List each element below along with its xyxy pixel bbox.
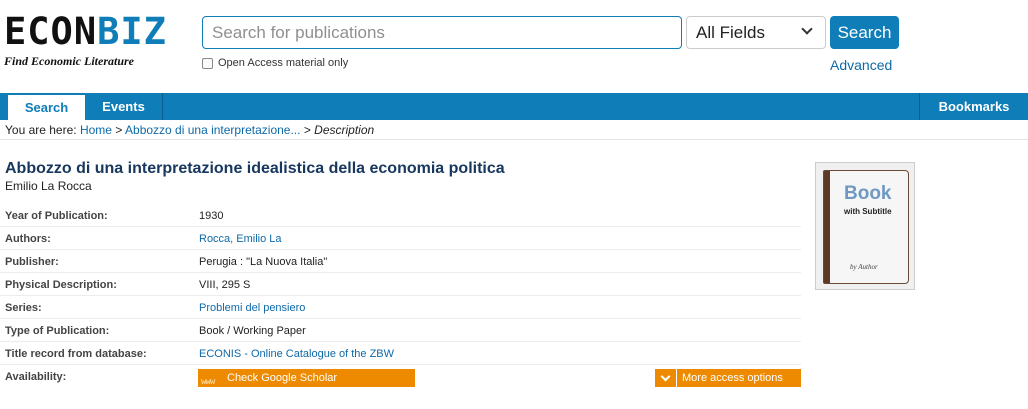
record-author: Emilio La Rocca [5,179,92,193]
more-access-options-label: More access options [682,372,783,384]
record-details-table: Year of Publication: 1930 Authors: Rocca… [0,204,801,388]
cover-subtitle: with Subtitle [844,207,892,216]
search-field-value: All Fields [696,23,765,42]
detail-value: Book / Working Paper [199,325,306,337]
author-link[interactable]: Rocca, Emilio La [199,233,282,245]
detail-label: Title record from database: [5,348,147,360]
detail-label: Publisher: [5,256,59,268]
breadcrumb-separator: > [115,123,123,137]
detail-row-authors: Authors: Rocca, Emilio La [0,227,801,250]
open-access-filter[interactable]: Open Access material only [202,57,348,69]
detail-label: Authors: [5,233,51,245]
cover-author: by Author [850,263,878,271]
open-access-label: Open Access material only [218,57,349,69]
logo-tagline: Find Economic Literature [4,54,135,68]
detail-row-availability: Availability: www Check Google Scholar M… [0,365,801,388]
breadcrumb-home[interactable]: Home [80,123,112,137]
google-scholar-button[interactable]: www Check Google Scholar [198,369,415,387]
chevron-down-icon [655,369,677,387]
database-link[interactable]: ECONIS - Online Catalogue of the ZBW [199,348,394,360]
detail-label: Year of Publication: [5,210,108,222]
cover-title: Book [844,183,892,204]
chevron-down-icon [801,23,813,35]
record-title: Abbozzo di una interpretazione idealisti… [5,160,505,177]
breadcrumb-prefix: You are here: [5,123,77,137]
detail-row-publisher: Publisher: Perugia : "La Nuova Italia" [0,250,801,273]
detail-row-type: Type of Publication: Book / Working Pape… [0,319,801,342]
breadcrumb-divider [0,139,1028,140]
open-access-checkbox[interactable] [202,57,213,69]
search-field-select[interactable]: All Fields [686,16,826,49]
main-nav: Search Events Bookmarks [0,93,1028,120]
tab-bookmarks[interactable]: Bookmarks [919,93,1028,120]
search-input[interactable] [202,16,682,49]
tab-events[interactable]: Events [85,93,163,120]
detail-value: 1930 [199,210,224,222]
detail-row-physical: Physical Description: VIII, 295 S [0,273,801,296]
more-access-options-button[interactable]: More access options [655,369,801,387]
breadcrumb-current: Description [314,123,375,137]
econbiz-logo[interactable]: ECONBIZ Find Economic Literature [4,12,174,72]
search-button[interactable]: Search [830,16,899,49]
breadcrumb-record[interactable]: Abbozzo di una interpretazione... [125,123,300,137]
tab-search[interactable]: Search [8,95,85,120]
detail-label: Physical Description: [5,279,117,291]
advanced-search-link[interactable]: Advanced [830,57,892,73]
detail-row-series: Series: Problemi del pensiero [0,296,801,319]
detail-label: Availability: [5,371,67,383]
logo-wordmark: ECONBIZ [4,10,167,53]
series-link[interactable]: Problemi del pensiero [199,302,305,314]
detail-label: Series: [5,302,42,314]
www-icon: www [201,377,215,387]
detail-value: Perugia : "La Nuova Italia" [199,256,328,268]
detail-value: VIII, 295 S [199,279,251,291]
breadcrumb-separator: > [303,123,311,137]
breadcrumb: You are here: Home > Abbozzo di una inte… [5,123,374,137]
detail-label: Type of Publication: [5,325,110,337]
detail-row-year: Year of Publication: 1930 [0,204,801,227]
cover-thumbnail: Book with Subtitle by Author [815,162,915,290]
book-cover-placeholder: Book with Subtitle by Author [823,170,909,284]
detail-row-database: Title record from database: ECONIS - Onl… [0,342,801,365]
google-scholar-label: Check Google Scholar [227,372,338,384]
